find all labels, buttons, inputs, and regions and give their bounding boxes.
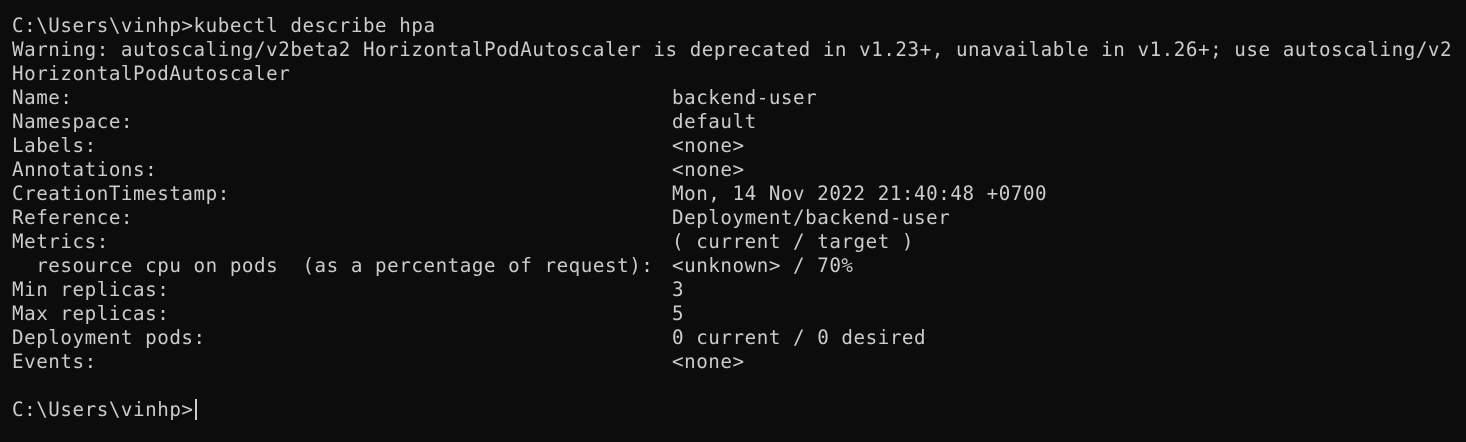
row-value: <none>	[672, 158, 745, 181]
output-row-deployment-pods: Deployment pods: 0 current / 0 desired	[12, 326, 1466, 350]
output-row-metrics: Metrics: ( current / target )	[12, 230, 1466, 254]
row-value: Mon, 14 Nov 2022 21:40:48 +0700	[672, 182, 1048, 205]
output-row-cpu-metric: resource cpu on pods (as a percentage of…	[12, 254, 1466, 278]
command-line: C:\Users\vinhp>kubectl describe hpa	[12, 14, 436, 37]
output-row-min-replicas: Min replicas: 3	[12, 278, 1466, 302]
row-key: Namespace:	[12, 110, 134, 133]
output-row-creation-timestamp: CreationTimestamp: Mon, 14 Nov 2022 21:40…	[12, 182, 1466, 206]
terminal-window[interactable]: C:\Users\vinhp>kubectl describe hpa Warn…	[0, 0, 1466, 442]
row-key: Metrics:	[12, 230, 109, 253]
prompt-line[interactable]: C:\Users\vinhp>	[12, 398, 1466, 422]
row-key: Deployment pods:	[12, 326, 206, 349]
output-row-annotations: Annotations: <none>	[12, 158, 1466, 182]
row-key: CreationTimestamp:	[12, 182, 230, 205]
output-row-max-replicas: Max replicas: 5	[12, 302, 1466, 326]
row-key: resource cpu on pods (as a percentage of…	[12, 254, 654, 277]
row-key: Labels:	[12, 134, 97, 157]
row-value: backend-user	[672, 86, 818, 109]
output-row-events: Events: <none>	[12, 350, 1466, 374]
row-value: 0 current / 0 desired	[672, 326, 927, 349]
row-value: <unknown> / 70%	[672, 254, 854, 277]
output-row-labels: Labels: <none>	[12, 134, 1466, 158]
output-row-name: Name: backend-user	[12, 86, 1466, 110]
warning-line: Warning: autoscaling/v2beta2 HorizontalP…	[12, 38, 1453, 61]
row-key: Annotations:	[12, 158, 158, 181]
row-value: Deployment/backend-user	[672, 206, 951, 229]
output-row-namespace: Namespace: default	[12, 110, 1466, 134]
text-cursor	[194, 399, 197, 420]
row-key: Min replicas:	[12, 278, 170, 301]
warning-line-continued: HorizontalPodAutoscaler	[12, 62, 291, 85]
row-value: ( current / target )	[672, 230, 915, 253]
row-value: default	[672, 110, 757, 133]
row-value: 5	[672, 302, 685, 325]
row-key: Reference:	[12, 206, 134, 229]
row-key: Name:	[12, 86, 73, 109]
row-value: 3	[672, 278, 685, 301]
row-value: <none>	[672, 134, 745, 157]
output-row-reference: Reference: Deployment/backend-user	[12, 206, 1466, 230]
row-key: Max replicas:	[12, 302, 170, 325]
prompt-text: C:\Users\vinhp>	[12, 398, 194, 421]
row-key: Events:	[12, 350, 97, 373]
row-value: <none>	[672, 350, 745, 373]
